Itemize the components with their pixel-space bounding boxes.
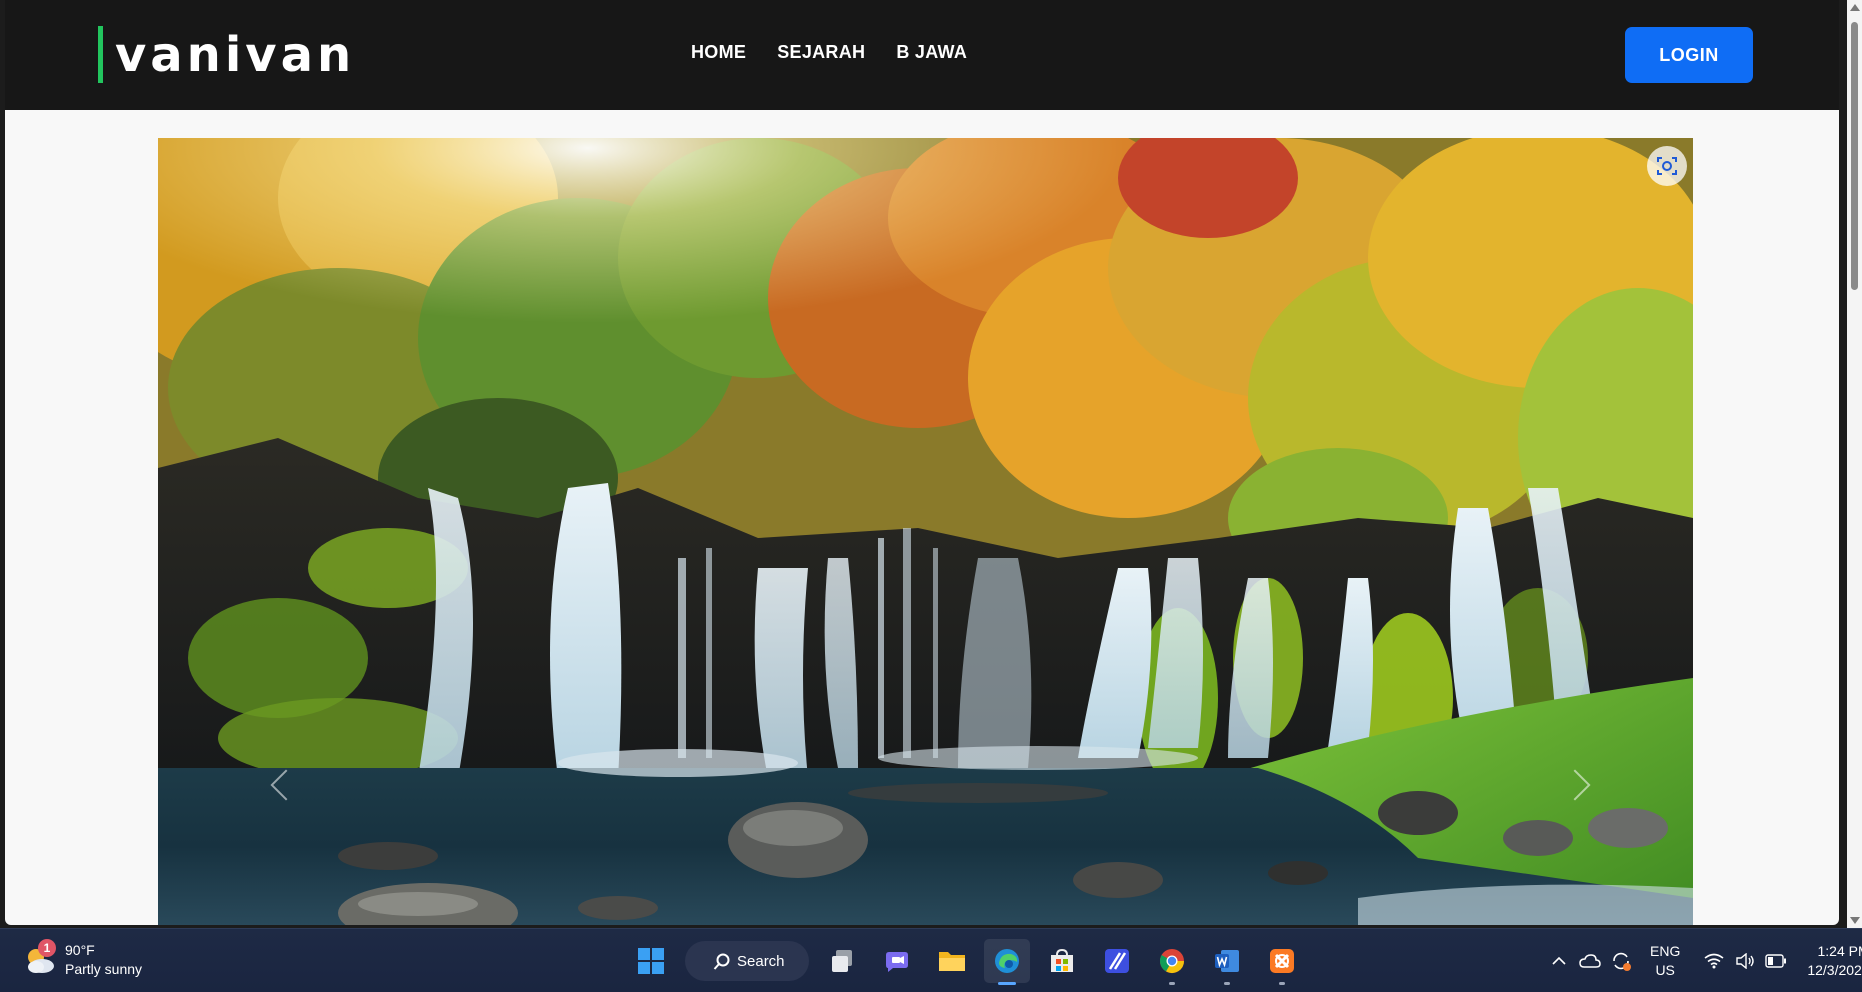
xampp-button[interactable] xyxy=(1259,939,1305,985)
system-tray: ENG US 1:24 PM 12/3/2023 xyxy=(1545,937,1862,985)
weather-widget[interactable]: 1 90°F Partly sunny xyxy=(22,939,143,979)
language-code: ENG xyxy=(1650,943,1681,959)
weather-temp: 90°F xyxy=(65,942,95,958)
edge-browser-button[interactable] xyxy=(984,939,1030,985)
cloud-icon xyxy=(1579,954,1601,968)
store-icon xyxy=(1051,948,1073,972)
search-icon xyxy=(713,953,730,970)
folder-icon xyxy=(939,952,965,971)
clock-date: 12/3/2023 xyxy=(1807,962,1862,978)
weather-condition: Partly sunny xyxy=(65,961,143,977)
language-indicator[interactable]: ENG US xyxy=(1650,942,1680,980)
word-icon xyxy=(1215,950,1239,972)
taskbar-apps: Search xyxy=(628,939,1314,985)
running-indicator xyxy=(1224,982,1230,985)
page-scrollbar[interactable] xyxy=(1847,0,1862,928)
windows-start-icon xyxy=(638,948,664,974)
xampp-icon xyxy=(1270,949,1294,973)
microsoft-store-button[interactable] xyxy=(1039,939,1085,983)
chrome-icon xyxy=(1159,949,1184,974)
chrome-browser-button[interactable] xyxy=(1149,939,1195,985)
carousel-next-button[interactable] xyxy=(1559,766,1596,806)
carousel-prev-button[interactable] xyxy=(265,766,302,806)
battery-button[interactable] xyxy=(1762,947,1790,975)
onedrive-button[interactable] xyxy=(1576,947,1604,975)
weather-alert-badge: 1 xyxy=(38,939,56,957)
waterfall-image xyxy=(158,138,1693,925)
wifi-icon xyxy=(1704,953,1724,969)
code-editor-button[interactable] xyxy=(1094,939,1140,983)
code-editor-icon xyxy=(1105,949,1129,973)
search-label: Search xyxy=(737,952,785,970)
tray-overflow-button[interactable] xyxy=(1545,947,1573,975)
sync-icon xyxy=(1613,952,1631,971)
edge-icon xyxy=(995,949,1019,973)
region-code: US xyxy=(1655,962,1675,978)
teams-chat-button[interactable] xyxy=(874,939,920,983)
login-button[interactable]: LOGIN xyxy=(1625,27,1753,83)
sync-button[interactable] xyxy=(1607,947,1635,975)
partly-sunny-icon: 1 xyxy=(22,939,56,977)
scroll-thumb[interactable] xyxy=(1851,22,1858,290)
site-navbar: vanivan HOME SEJARAH B JAWA LOGIN xyxy=(5,0,1839,110)
volume-button[interactable] xyxy=(1731,947,1759,975)
chevron-up-icon xyxy=(1552,956,1566,965)
web-page: vanivan HOME SEJARAH B JAWA LOGIN xyxy=(5,0,1839,925)
logo-text: vanivan xyxy=(115,26,356,83)
active-indicator xyxy=(998,982,1016,985)
word-button[interactable] xyxy=(1204,939,1250,985)
scroll-down-arrow-icon[interactable] xyxy=(1850,917,1860,924)
battery-icon xyxy=(1765,954,1787,968)
taskbar-clock[interactable]: 1:24 PM 12/3/2023 xyxy=(1807,942,1862,980)
task-view-icon xyxy=(832,950,852,972)
logo-accent-bar xyxy=(98,26,103,83)
chat-icon xyxy=(886,952,908,972)
nav-link-b-jawa[interactable]: B JAWA xyxy=(896,42,967,63)
hero-carousel xyxy=(158,138,1693,925)
start-button[interactable] xyxy=(628,939,674,983)
nav-links: HOME SEJARAH B JAWA xyxy=(691,42,998,63)
visual-search-icon xyxy=(1657,157,1677,175)
speaker-icon xyxy=(1736,953,1755,969)
taskbar-search[interactable]: Search xyxy=(685,941,809,981)
visual-search-button[interactable] xyxy=(1647,146,1687,186)
file-explorer-button[interactable] xyxy=(929,939,975,983)
running-indicator xyxy=(1169,982,1175,985)
running-indicator xyxy=(1279,982,1285,985)
windows-taskbar: 1 90°F Partly sunny Search ENG US 1:24 P… xyxy=(0,928,1862,992)
browser-viewport: vanivan HOME SEJARAH B JAWA LOGIN xyxy=(0,0,1862,928)
site-logo[interactable]: vanivan xyxy=(98,26,355,83)
task-view-button[interactable] xyxy=(819,939,865,983)
scroll-up-arrow-icon[interactable] xyxy=(1850,4,1860,11)
nav-link-sejarah[interactable]: SEJARAH xyxy=(777,42,865,63)
wifi-button[interactable] xyxy=(1700,947,1728,975)
nav-link-home[interactable]: HOME xyxy=(691,42,746,63)
clock-time: 1:24 PM xyxy=(1817,943,1862,959)
